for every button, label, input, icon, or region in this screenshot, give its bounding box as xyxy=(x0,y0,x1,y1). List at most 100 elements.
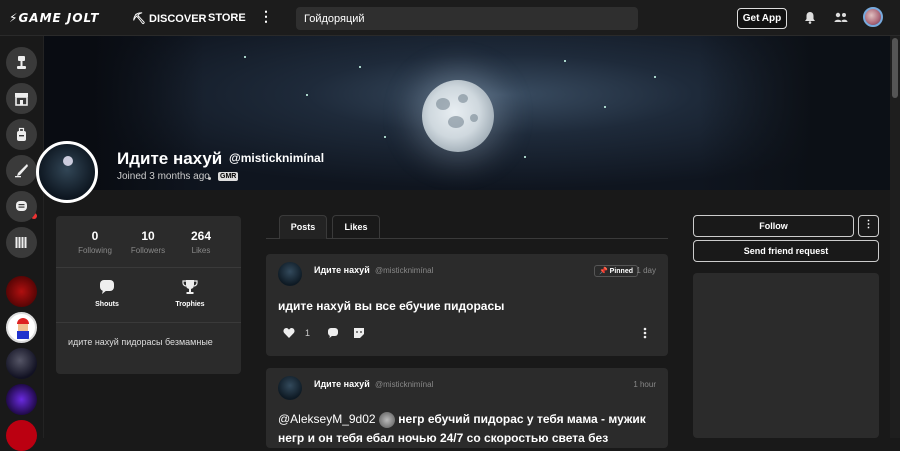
gamejolt-logo[interactable]: ⚡GAME JOLT xyxy=(9,11,99,25)
pinned-label: Pinned xyxy=(609,268,634,275)
like-count: 1 xyxy=(305,328,311,338)
star xyxy=(359,66,361,68)
mario-body-icon xyxy=(17,331,29,339)
trophies-link[interactable]: Trophies xyxy=(165,279,215,308)
tab-posts[interactable]: Posts xyxy=(279,215,327,239)
sidebar-quests-button[interactable] xyxy=(6,155,37,186)
user-avatar[interactable] xyxy=(863,7,883,27)
moon-image xyxy=(422,80,494,152)
gmr-badge: GMR xyxy=(218,172,239,181)
likes-count: 264 xyxy=(190,229,212,243)
friends-icon[interactable] xyxy=(834,11,848,25)
post-author-avatar[interactable] xyxy=(278,262,302,286)
banner-cliff-right xyxy=(699,36,890,190)
store-icon xyxy=(15,93,28,106)
divider xyxy=(56,322,241,323)
post-card[interactable]: Идите нахуй @misticknimínal 📌 Pinned 1 d… xyxy=(266,254,668,356)
divider xyxy=(56,267,241,268)
sidebar-game-icon-1[interactable] xyxy=(6,276,37,307)
nav-more-button[interactable]: ⋮ xyxy=(259,9,273,23)
followers-label: Followers xyxy=(130,246,166,255)
post-time[interactable]: 1 hour xyxy=(633,380,656,389)
nav-store[interactable]: STORE xyxy=(208,12,246,24)
shouts-label: Shouts xyxy=(95,301,119,308)
joined-date: Joined 3 months ago xyxy=(117,171,210,182)
get-app-button[interactable]: Get App xyxy=(737,8,787,29)
sidebar-game-icon-2[interactable] xyxy=(6,312,37,343)
profile-handle: @misticknimínal xyxy=(229,151,325,165)
shouts-link[interactable]: Shouts xyxy=(82,279,132,308)
following-stat[interactable]: 0 Following xyxy=(67,229,123,255)
sidebar-inventory-button[interactable] xyxy=(6,119,37,150)
post-author-name[interactable]: Идите нахуй xyxy=(314,379,370,389)
scrollbar-thumb[interactable] xyxy=(892,38,898,98)
star xyxy=(244,56,246,58)
nav-discover[interactable]: ⛏ DISCOVER xyxy=(132,12,207,25)
sidebar-library-button[interactable] xyxy=(6,227,37,258)
star xyxy=(604,106,606,108)
moon-crater xyxy=(470,114,478,122)
follow-more-button[interactable]: ⋮ xyxy=(858,215,879,237)
top-bar: ⚡GAME JOLT ⛏ DISCOVER STORE ⋮ Get App xyxy=(0,0,900,36)
post-author-handle[interactable]: @misticknimínal xyxy=(375,266,433,275)
post-text: идите нахуй вы все ебучие пидорасы xyxy=(278,299,505,313)
mario-face-icon xyxy=(18,324,28,331)
sidebar-discover-button[interactable] xyxy=(6,47,37,78)
post-author-name[interactable]: Идите нахуй xyxy=(314,265,370,275)
avatar-moon xyxy=(63,156,73,166)
sidebar-store-button[interactable] xyxy=(6,83,37,114)
backpack-icon xyxy=(17,127,26,141)
mention-avatar xyxy=(378,412,395,428)
trophy-icon xyxy=(182,280,198,294)
ad-placeholder xyxy=(693,273,879,438)
post-time[interactable]: 1 day xyxy=(636,266,656,275)
joystick-icon xyxy=(17,56,26,69)
profile-tabs: Posts Likes xyxy=(266,215,668,239)
profile-avatar[interactable] xyxy=(36,141,98,203)
separator-dot xyxy=(208,177,211,180)
moon-crater xyxy=(448,116,464,128)
left-sidebar xyxy=(0,36,44,451)
comment-icon[interactable] xyxy=(327,327,339,339)
profile-bio: идите нахуй пидорасы безмамные xyxy=(68,337,213,347)
mention-link[interactable]: @AlekseyM_9d02 xyxy=(278,412,376,426)
heart-icon[interactable] xyxy=(283,327,295,339)
followers-stat[interactable]: 10 Followers xyxy=(120,229,176,255)
followers-count: 10 xyxy=(141,229,155,243)
sidebar-game-icon-3[interactable] xyxy=(6,348,37,379)
pinned-badge: 📌 Pinned xyxy=(594,265,639,277)
post-author-avatar[interactable] xyxy=(278,376,302,400)
page-scrollbar[interactable] xyxy=(890,36,900,438)
star xyxy=(384,136,386,138)
bell-icon[interactable] xyxy=(804,11,816,24)
trophies-label: Trophies xyxy=(175,301,205,308)
quill-icon xyxy=(15,164,28,178)
sidebar-game-icon-4[interactable] xyxy=(6,384,37,415)
following-label: Following xyxy=(78,246,112,255)
profile-name: Идите нахуй xyxy=(117,149,223,168)
speech-bubble-icon xyxy=(100,280,114,294)
post-card[interactable]: Идите нахуй @misticknimínal 1 hour @Alek… xyxy=(266,368,668,448)
sidebar-chat-button[interactable] xyxy=(6,191,37,222)
star xyxy=(524,156,526,158)
send-friend-request-button[interactable]: Send friend request xyxy=(693,240,879,262)
sidebar-game-icon-5[interactable] xyxy=(6,420,37,451)
moon-crater xyxy=(458,94,468,103)
sticker-icon[interactable] xyxy=(353,327,365,339)
likes-stat[interactable]: 264 Likes xyxy=(173,229,229,255)
more-options-icon[interactable] xyxy=(639,327,651,339)
tab-likes[interactable]: Likes xyxy=(332,215,380,239)
chat-icon xyxy=(16,201,27,211)
library-icon xyxy=(15,237,27,248)
likes-label: Likes xyxy=(191,246,211,255)
post-text-line-2: негр и он тебя ебал ночью 24/7 со скорос… xyxy=(278,431,609,445)
pin-icon: 📌 xyxy=(599,268,608,275)
star xyxy=(564,60,566,62)
post-text-line-1: @AlekseyM_9d02 негр ебучий пидорас у теб… xyxy=(278,412,646,428)
star xyxy=(306,94,308,96)
moon-crater xyxy=(436,98,450,110)
follow-button[interactable]: Follow xyxy=(693,215,854,237)
post-author-handle[interactable]: @misticknimínal xyxy=(375,380,433,389)
search-input[interactable] xyxy=(296,7,638,30)
star xyxy=(654,76,656,78)
